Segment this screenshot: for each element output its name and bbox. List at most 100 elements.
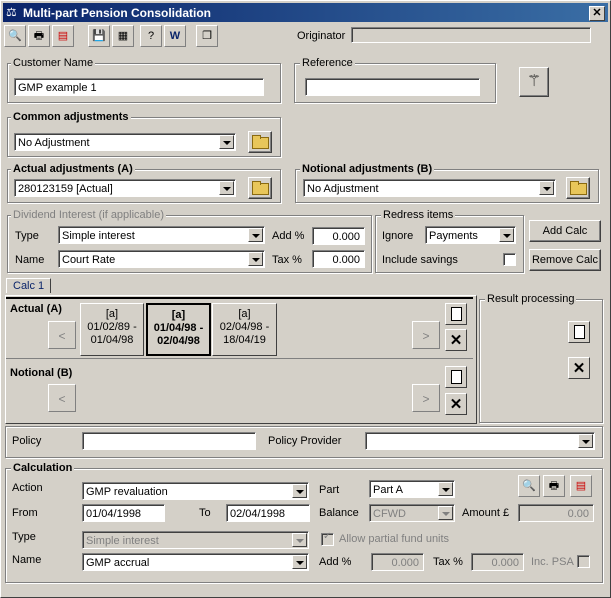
action-select[interactable]: GMP revaluation (82, 482, 309, 500)
actual-new-icon[interactable] (445, 303, 467, 325)
dividend-type-value: Simple interest (62, 230, 135, 242)
dividend-name-select[interactable]: Court Rate (58, 250, 265, 268)
common-open-button[interactable] (248, 131, 272, 153)
add-calc-button[interactable]: Add Calc (529, 220, 601, 242)
originator-label: Originator (297, 30, 346, 42)
allow-partial-checkbox (321, 531, 334, 546)
calc-preview-icon[interactable]: 🔍 (518, 475, 540, 497)
word-icon[interactable]: W (164, 25, 186, 47)
from-date-input[interactable]: 01/04/1998 (82, 504, 165, 522)
actual-adjustments-label: Actual adjustments (A) (11, 163, 135, 175)
inc-psa-checkbox (577, 555, 590, 568)
save-icon[interactable]: 💾 (88, 25, 110, 47)
close-button[interactable]: ✕ (589, 6, 605, 21)
reference-input[interactable] (305, 78, 480, 96)
calc-tax-input: 0.000 (471, 553, 524, 571)
policy-label: Policy (12, 435, 42, 447)
actual-adjustments-select[interactable]: 280123159 [Actual] (14, 179, 236, 197)
pdf-icon[interactable]: ▤ (52, 25, 74, 47)
name-select[interactable]: GMP accrual (82, 553, 309, 571)
notional-new-icon[interactable] (445, 366, 467, 388)
chevron-down-icon (438, 506, 453, 520)
calc-tag: [a] (238, 308, 251, 320)
customer-name-input[interactable]: GMP example 1 (14, 78, 264, 96)
dividend-add-input[interactable]: 0.000 (312, 227, 365, 245)
preview-icon[interactable]: 🔍 (4, 25, 26, 47)
include-savings-checkbox[interactable] (503, 253, 516, 266)
include-savings-label: Include savings (382, 254, 458, 266)
chevron-down-icon[interactable] (578, 434, 593, 448)
calc-from: 01/04/98 - (153, 322, 204, 334)
originator-field (351, 27, 591, 43)
folder-icon (249, 132, 271, 152)
part-select[interactable]: Part A (369, 480, 455, 498)
calc-add-input: 0.000 (371, 553, 424, 571)
notional-adjustments-value: No Adjustment (307, 183, 379, 195)
part-label: Part (319, 484, 340, 496)
dividend-type-select[interactable]: Simple interest (58, 226, 265, 244)
notional-adjustments-label: Notional adjustments (B) (300, 163, 435, 175)
chevron-down-icon[interactable] (219, 181, 234, 195)
calc-pdf-icon[interactable]: ▤ (570, 475, 592, 497)
notional-adjustments-select[interactable]: No Adjustment (303, 179, 556, 197)
chevron-down-icon[interactable] (248, 228, 263, 242)
to-date-input[interactable]: 02/04/1998 (226, 504, 310, 522)
notional-next-button[interactable]: > (412, 384, 440, 412)
actual-prev-button[interactable]: < (48, 321, 76, 349)
type-value: Simple interest (86, 535, 159, 547)
actual-calc-2[interactable]: [a] 01/04/98 - 02/04/98 (146, 303, 211, 356)
inc-psa-label: Inc. PSA (531, 556, 574, 568)
calc-to: 18/04/19 (223, 334, 266, 346)
chevron-down-icon[interactable] (248, 252, 263, 266)
dividend-tax-label: Tax % (272, 254, 302, 266)
notional-delete-icon[interactable]: ✕ (445, 393, 467, 415)
chevron-down-icon[interactable] (539, 181, 554, 195)
chevron-down-icon[interactable] (292, 484, 307, 498)
window-title: Multi-part Pension Consolidation (23, 6, 211, 20)
policy-provider-label: Policy Provider (268, 435, 342, 447)
result-delete-icon[interactable]: ✕ (568, 357, 590, 379)
actual-calc-3[interactable]: [a] 02/04/98 - 18/04/19 (212, 303, 277, 356)
amount-label: Amount £ (462, 507, 510, 519)
calc-from: 01/02/89 - (87, 321, 137, 333)
actual-calc-1[interactable]: [a] 01/02/89 - 01/04/98 (80, 303, 144, 356)
chevron-down-icon[interactable] (292, 555, 307, 569)
dividend-tax-input[interactable]: 0.000 (312, 250, 365, 268)
notional-prev-button[interactable]: < (48, 384, 76, 412)
chevron-down-icon[interactable] (438, 482, 453, 496)
help-icon[interactable]: ? (140, 25, 162, 47)
pension-window: ⚖ Multi-part Pension Consolidation ✕ 🔍 🖶… (0, 0, 611, 598)
policy-input[interactable] (82, 432, 256, 450)
chevron-down-icon[interactable] (499, 228, 514, 242)
customer-label: Customer Name (11, 57, 96, 69)
dividend-add-label: Add % (272, 230, 305, 242)
actual-open-button[interactable] (248, 177, 272, 199)
common-adjustments-select[interactable]: No Adjustment (14, 133, 236, 151)
dividend-name-value: Court Rate (62, 254, 116, 266)
calc-to: 01/04/98 (90, 334, 134, 346)
balance-label: Balance (319, 507, 359, 519)
spreadsheet-icon[interactable]: ▦ (112, 25, 134, 47)
common-adjustments-value: No Adjustment (18, 137, 90, 149)
policy-provider-select[interactable] (365, 432, 595, 450)
windows-icon[interactable]: ❐ (196, 25, 218, 47)
part-value: Part A (373, 484, 403, 496)
notional-open-button[interactable] (566, 177, 590, 199)
chevron-down-icon[interactable] (219, 135, 234, 149)
redress-ignore-select[interactable]: Payments (425, 226, 516, 244)
name-label: Name (12, 554, 42, 566)
calc-tag: [a] (171, 309, 186, 321)
from-label: From (12, 507, 38, 519)
redress-ignore-label: Ignore (382, 230, 414, 242)
calc-print-icon[interactable]: 🖶 (543, 475, 565, 497)
actual-delete-icon[interactable]: ✕ (445, 329, 467, 351)
wand-icon[interactable]: ⚚ (519, 67, 549, 97)
balance-select: CFWD (369, 504, 455, 522)
remove-calc-button[interactable]: Remove Calc (529, 249, 601, 271)
tab-calc-1[interactable]: Calc 1 (6, 278, 52, 293)
actual-next-button[interactable]: > (412, 321, 440, 349)
result-new-icon[interactable] (568, 321, 590, 343)
app-icon: ⚖ (6, 5, 17, 19)
allow-partial-label: Allow partial fund units (339, 533, 450, 545)
print-icon[interactable]: 🖶 (28, 25, 50, 47)
